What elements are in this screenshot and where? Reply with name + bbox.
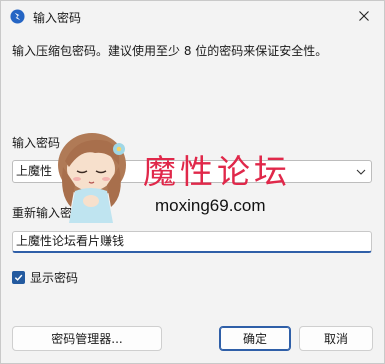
show-password-label: 显示密码 (30, 270, 79, 285)
chevron-down-icon (356, 169, 366, 175)
watermark-url: moxing69.com (155, 196, 266, 215)
password-manager-button-label: 密码管理器... (51, 332, 123, 346)
show-password-row[interactable]: 显示密码 (12, 269, 78, 285)
intro-text: 输入压缩包密码。建议使用至少 8 位的密码来保证安全性。 (12, 44, 328, 58)
app-icon (10, 9, 25, 24)
window-title: 输入密码 (33, 11, 82, 25)
close-icon (359, 11, 369, 21)
watermark-character-image (58, 133, 126, 223)
checkmark-icon (14, 274, 23, 281)
show-password-checkbox[interactable] (12, 270, 25, 284)
cancel-button[interactable]: 取消 (299, 326, 373, 351)
ok-button-label: 确定 (242, 332, 267, 346)
cancel-button-label: 取消 (323, 332, 348, 346)
password-dialog: 输入密码 输入压缩包密码。建议使用至少 8 位的密码来保证安全性。 输入密码 上… (0, 0, 385, 364)
reenter-password-input[interactable]: 上魔性论坛看片赚钱 (12, 231, 372, 253)
close-button[interactable] (352, 5, 376, 27)
ok-button[interactable]: 确定 (219, 326, 291, 351)
password-manager-button[interactable]: 密码管理器... (12, 326, 162, 351)
watermark-title: 魔性论坛 (143, 152, 291, 191)
title-bar: 输入密码 (1, 1, 384, 32)
reenter-password-value: 上魔性论坛看片赚钱 (16, 234, 125, 248)
